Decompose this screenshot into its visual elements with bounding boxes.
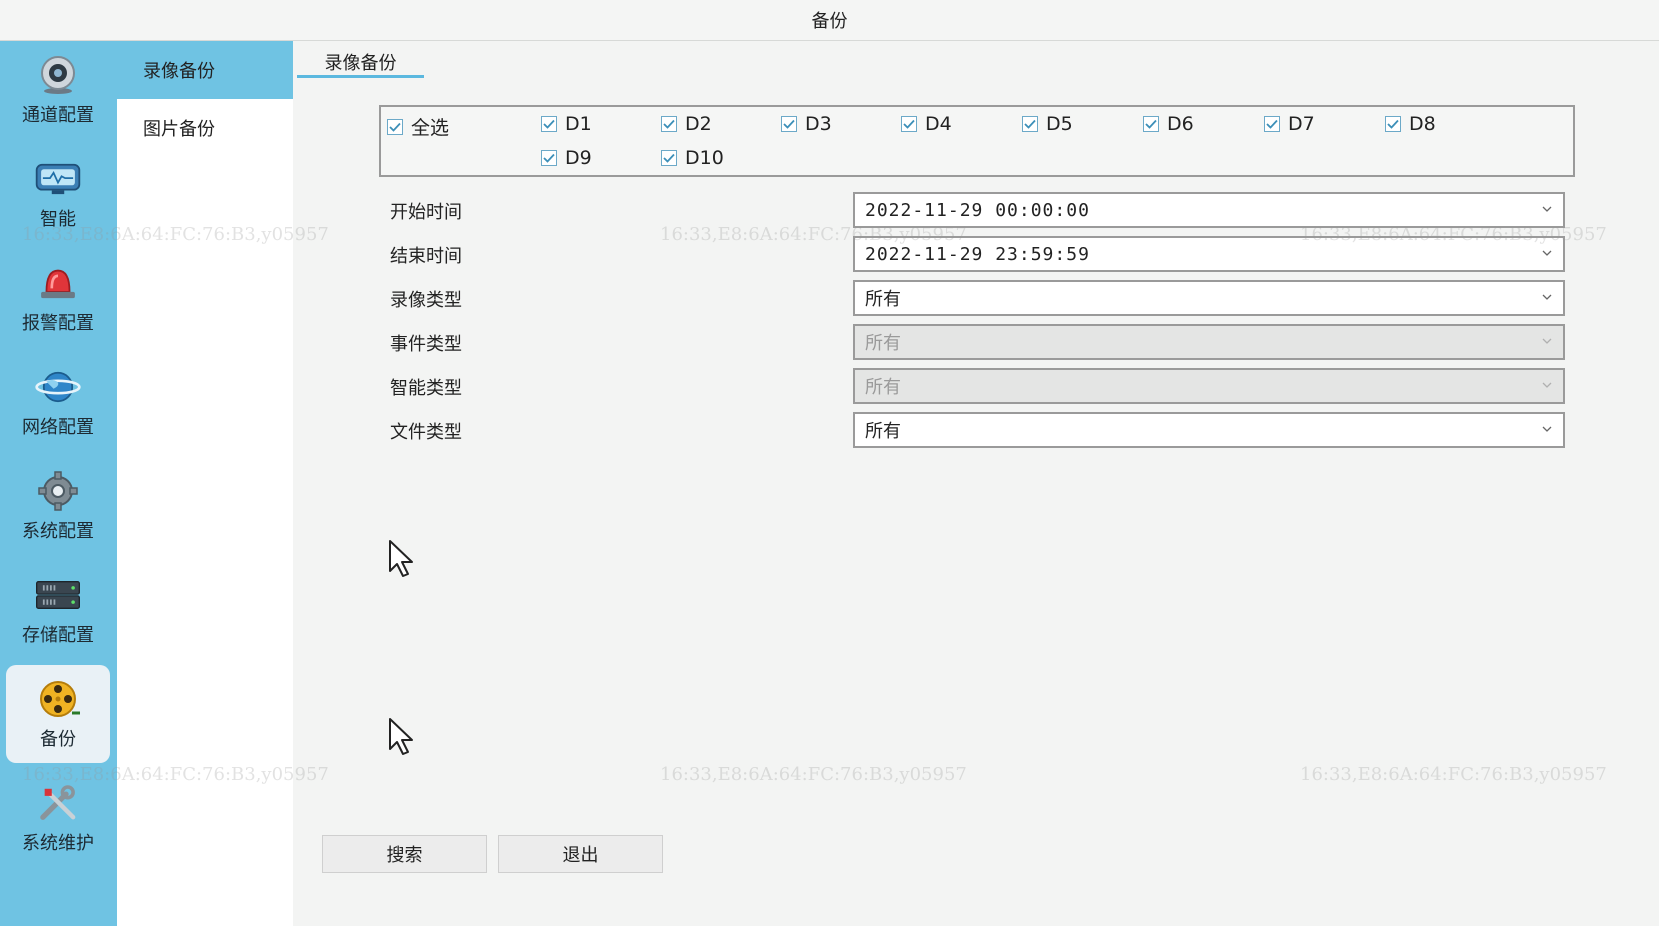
channel-checkbox-d5[interactable]: D5 [1022, 113, 1073, 135]
smart-type-value: 所有 [865, 377, 901, 398]
checkbox-checked-icon [781, 116, 797, 132]
rail-item-label: 系统配置 [22, 521, 94, 542]
start-time-field[interactable]: 2022-11-29 00:00:00 [853, 192, 1565, 228]
checkbox-label: D4 [925, 113, 952, 135]
start-time-value: 2022-11-29 00:00:00 [865, 199, 1090, 221]
checkbox-checked-icon [1022, 116, 1038, 132]
window-title: 备份 [811, 11, 848, 32]
record-type-value: 所有 [865, 289, 901, 310]
checkbox-label: D6 [1167, 113, 1194, 135]
smart-type-select: 所有 [853, 368, 1565, 404]
channel-checkbox-d8[interactable]: D8 [1385, 113, 1436, 135]
checkbox-checked-icon [1143, 116, 1159, 132]
rail-item-network-config[interactable]: 网络配置 [6, 353, 110, 451]
file-type-select[interactable]: 所有 [853, 412, 1565, 448]
channel-checkbox-d1[interactable]: D1 [541, 113, 592, 135]
checkbox-label: D5 [1046, 113, 1073, 135]
checkbox-label: D9 [565, 147, 592, 169]
rail-item-backup[interactable]: 备份 [6, 665, 110, 763]
chevron-down-icon [1541, 247, 1553, 259]
chevron-down-icon [1541, 291, 1553, 303]
channel-checkbox-d3[interactable]: D3 [781, 113, 832, 135]
backup-content-panel: 录像备份 全选 D1 D2 D3 D4 D5 D6 D7 D8 D9 D10 开… [293, 41, 1659, 926]
rail-item-label: 存储配置 [22, 625, 94, 646]
checkbox-label: D7 [1288, 113, 1315, 135]
checkbox-checked-icon [661, 150, 677, 166]
tab-record-backup[interactable]: 录像备份 [297, 47, 424, 77]
globe-icon [34, 367, 82, 407]
checkbox-checked-icon [1385, 116, 1401, 132]
rail-item-storage-config[interactable]: 存储配置 [6, 561, 110, 659]
subnav-item-record-backup[interactable]: 录像备份 [117, 41, 293, 99]
rail-item-label: 报警配置 [22, 313, 94, 334]
chevron-down-icon [1541, 379, 1553, 391]
rail-item-alarm-config[interactable]: 报警配置 [6, 249, 110, 347]
checkbox-checked-icon [541, 116, 557, 132]
tools-icon [34, 783, 82, 823]
hard-drive-icon [34, 575, 82, 615]
tab-active-underline [297, 75, 424, 78]
camera-icon [34, 55, 82, 95]
checkbox-label: D3 [805, 113, 832, 135]
chevron-down-icon [1541, 203, 1553, 215]
rail-item-system-maintenance[interactable]: 系统维护 [6, 769, 110, 867]
event-type-label: 事件类型 [390, 334, 462, 355]
main-nav-rail: 通道配置 智能 报警配置 网络配置 系统配置 存储配置 备份 系统维护 [0, 41, 117, 926]
channel-checkbox-d4[interactable]: D4 [901, 113, 952, 135]
checkbox-label: 全选 [411, 117, 450, 139]
event-type-select: 所有 [853, 324, 1565, 360]
start-time-label: 开始时间 [390, 202, 462, 223]
checkbox-label: D1 [565, 113, 592, 135]
window-title-bar: 备份 [0, 0, 1659, 41]
channel-checkbox-d10[interactable]: D10 [661, 147, 724, 169]
search-button[interactable]: 搜索 [322, 835, 487, 873]
rail-item-label: 备份 [40, 729, 76, 750]
checkbox-checked-icon [901, 116, 917, 132]
rail-item-label: 通道配置 [22, 105, 94, 126]
channel-selection-box: 全选 D1 D2 D3 D4 D5 D6 D7 D8 D9 D10 [379, 105, 1575, 177]
select-all-checkbox[interactable]: 全选 [387, 113, 449, 140]
checkbox-label: D10 [685, 147, 724, 169]
smart-type-label: 智能类型 [390, 378, 462, 399]
checkbox-checked-icon [1264, 116, 1280, 132]
rail-item-label: 网络配置 [22, 417, 94, 438]
channel-checkbox-d2[interactable]: D2 [661, 113, 712, 135]
end-time-field[interactable]: 2022-11-29 23:59:59 [853, 236, 1565, 272]
checkbox-checked-icon [387, 118, 403, 135]
mouse-pointer-icon [387, 539, 421, 579]
alarm-siren-icon [34, 263, 82, 303]
checkbox-label: D2 [685, 113, 712, 135]
rail-item-channel-config[interactable]: 通道配置 [6, 41, 110, 139]
channel-checkbox-d7[interactable]: D7 [1264, 113, 1315, 135]
record-type-select[interactable]: 所有 [853, 280, 1565, 316]
rail-item-label: 系统维护 [22, 833, 94, 854]
film-reel-icon [34, 679, 82, 719]
chevron-down-icon [1541, 423, 1553, 435]
channel-checkbox-d6[interactable]: D6 [1143, 113, 1194, 135]
rail-item-system-config[interactable]: 系统配置 [6, 457, 110, 555]
end-time-label: 结束时间 [390, 246, 462, 267]
checkbox-checked-icon [541, 150, 557, 166]
gear-icon [34, 471, 82, 511]
monitor-icon [34, 159, 82, 199]
file-type-value: 所有 [865, 421, 901, 442]
subnav-item-picture-backup[interactable]: 图片备份 [117, 99, 293, 157]
rail-item-smart[interactable]: 智能 [6, 145, 110, 243]
backup-subnav: 录像备份 图片备份 [117, 41, 293, 926]
file-type-label: 文件类型 [390, 422, 462, 443]
event-type-value: 所有 [865, 333, 901, 354]
record-type-label: 录像类型 [390, 290, 462, 311]
mouse-pointer-icon [387, 717, 421, 757]
checkbox-label: D8 [1409, 113, 1436, 135]
chevron-down-icon [1541, 335, 1553, 347]
checkbox-checked-icon [661, 116, 677, 132]
end-time-value: 2022-11-29 23:59:59 [865, 243, 1090, 265]
rail-item-label: 智能 [40, 209, 76, 230]
channel-checkbox-d9[interactable]: D9 [541, 147, 592, 169]
exit-button[interactable]: 退出 [498, 835, 663, 873]
